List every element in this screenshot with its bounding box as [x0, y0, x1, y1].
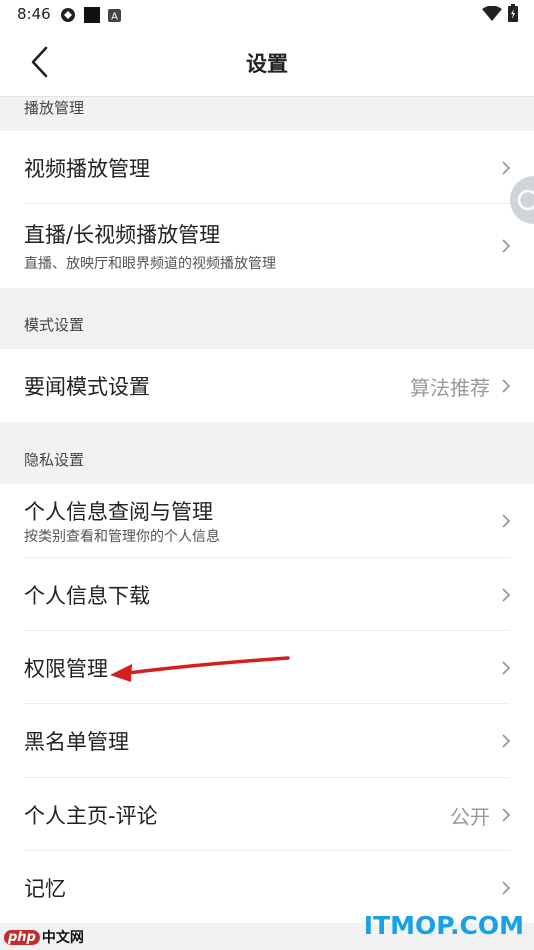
watermark-itmop: ITMOP.COM — [363, 911, 524, 940]
section-title: 隐私设置 — [24, 451, 85, 469]
item-subtitle: 直播、放映厅和眼界频道的视频播放管理 — [24, 256, 276, 272]
section-header-privacy: 隐私设置 — [0, 422, 534, 484]
settings-item-video-playback[interactable]: 视频播放管理 — [0, 131, 534, 204]
item-label: 个人信息查阅与管理 — [24, 500, 213, 524]
svg-text:A: A — [111, 12, 118, 23]
chevron-right-icon — [502, 661, 511, 675]
chevron-right-icon — [502, 881, 511, 895]
settings-item-permission-management[interactable]: 权限管理 — [0, 631, 534, 704]
chevron-right-icon — [502, 514, 511, 528]
settings-item-blacklist[interactable]: 黑名单管理 — [0, 704, 534, 778]
sync-icon — [61, 8, 75, 22]
settings-item-profile-comments[interactable]: 个人主页-评论 公开 — [0, 778, 534, 851]
status-time: 8:46 — [17, 5, 51, 23]
watermark-text: 中文网 — [41, 930, 84, 946]
section-header-mode: 模式设置 — [0, 288, 534, 349]
settings-item-personal-info-review[interactable]: 个人信息查阅与管理 按类别查看和管理你的个人信息 — [0, 484, 534, 558]
item-label: 权限管理 — [24, 657, 108, 681]
settings-item-personal-info-download[interactable]: 个人信息下载 — [0, 558, 534, 631]
item-value: 算法推荐 — [410, 376, 490, 400]
item-label: 个人主页-评论 — [24, 804, 158, 828]
status-bar: 8:46 A — [0, 0, 534, 28]
item-label: 要闻模式设置 — [24, 375, 150, 399]
chevron-right-icon — [502, 379, 511, 393]
section-title: 模式设置 — [24, 316, 85, 334]
section-title: 播放管理 — [24, 99, 85, 117]
chevron-right-icon — [502, 734, 511, 748]
item-label: 视频播放管理 — [24, 157, 150, 181]
app-a-icon: A — [108, 9, 121, 22]
item-label: 个人信息下载 — [24, 584, 150, 608]
settings-item-news-mode[interactable]: 要闻模式设置 算法推荐 — [0, 349, 534, 422]
page-title: 设置 — [246, 52, 288, 76]
watermark-php: php 中文网 — [4, 927, 84, 947]
app-bar: 设置 — [0, 28, 534, 97]
wifi-icon — [482, 6, 502, 21]
watermark-badge: php — [4, 929, 40, 945]
section-header-playback: 播放管理 — [0, 97, 534, 131]
notification-box-icon — [84, 7, 100, 23]
chevron-right-icon — [502, 239, 511, 253]
assist-icon — [517, 189, 534, 211]
item-label: 直播/长视频播放管理 — [24, 223, 221, 247]
chevron-right-icon — [502, 161, 511, 175]
item-label: 记忆 — [24, 877, 66, 901]
item-label: 黑名单管理 — [24, 730, 129, 754]
item-value: 公开 — [450, 805, 490, 829]
chevron-right-icon — [502, 808, 511, 822]
battery-icon — [508, 4, 518, 22]
item-subtitle: 按类别查看和管理你的个人信息 — [24, 529, 220, 545]
settings-item-live-long-video-playback[interactable]: 直播/长视频播放管理 直播、放映厅和眼界频道的视频播放管理 — [0, 204, 534, 288]
chevron-right-icon — [502, 588, 511, 602]
